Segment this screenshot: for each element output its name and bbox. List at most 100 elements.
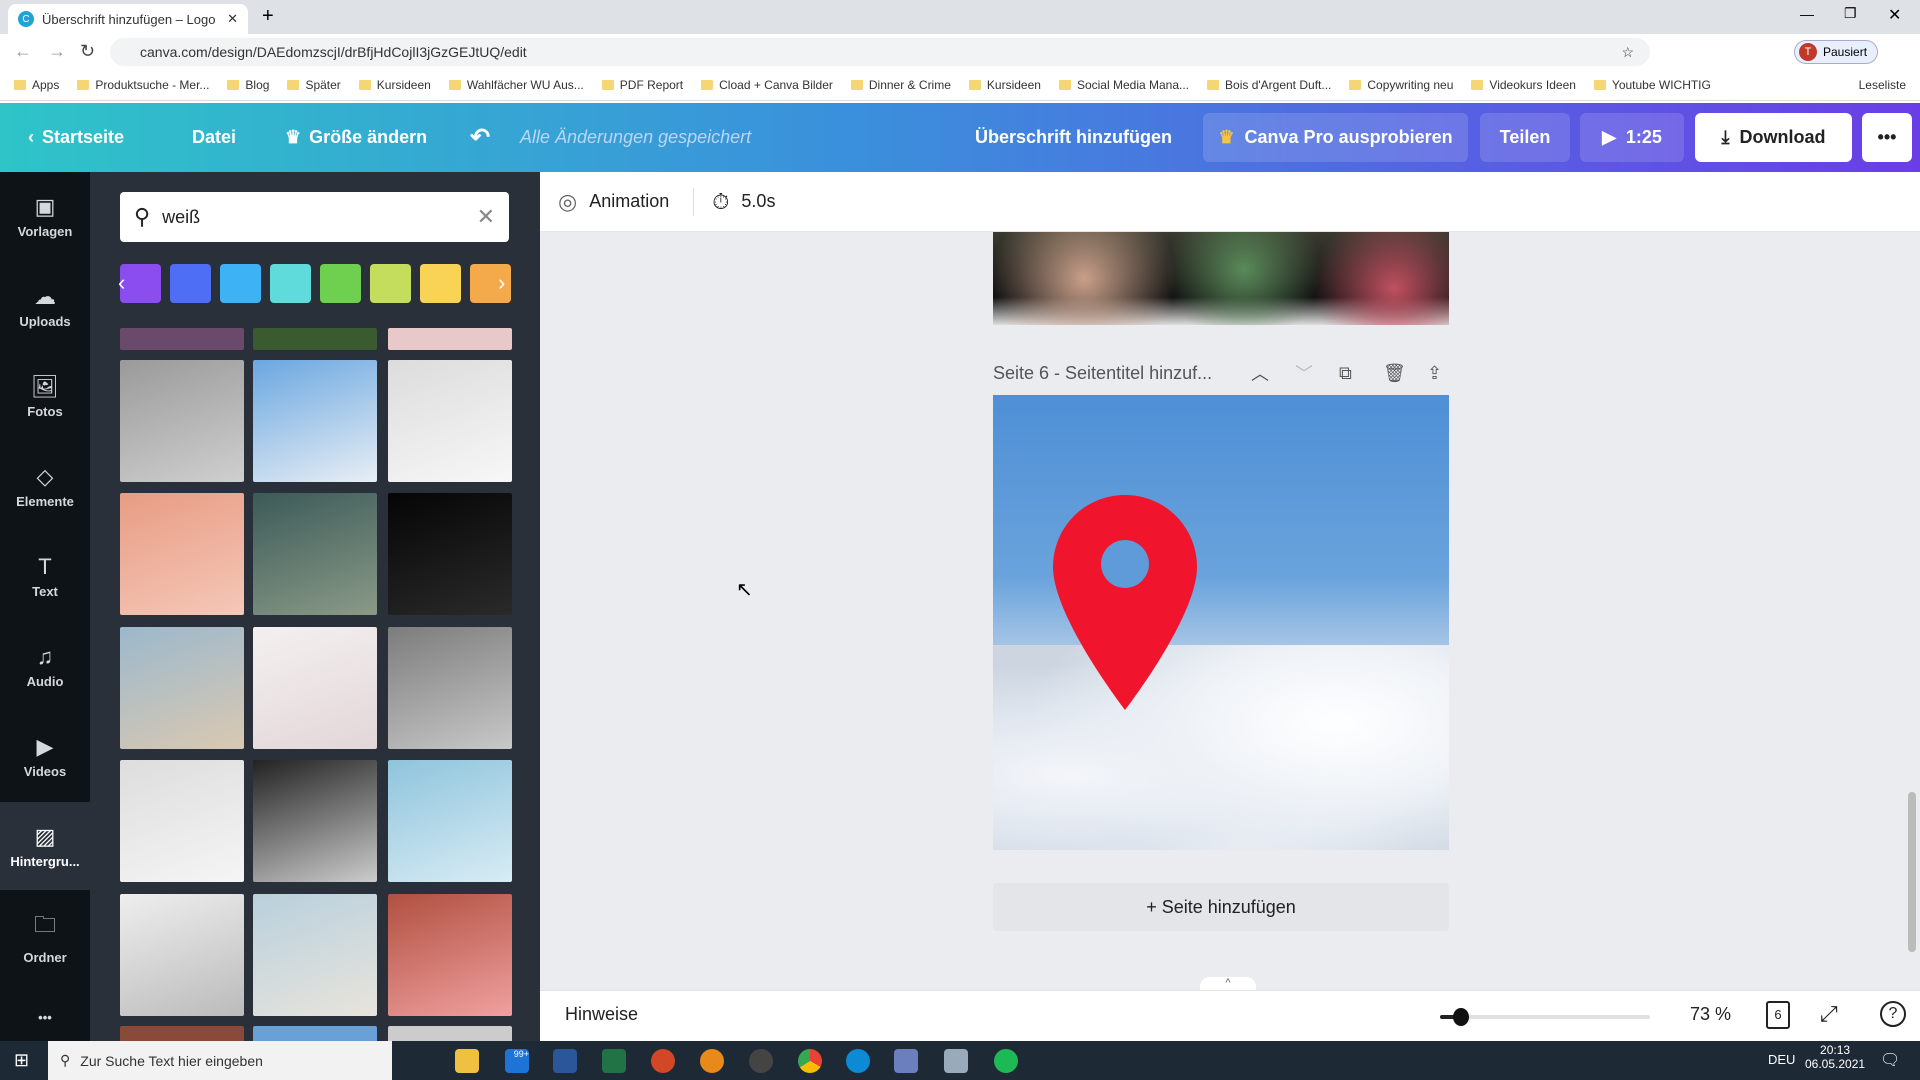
minimize-icon[interactable]: — [1800, 6, 1814, 22]
chevron-down-icon[interactable]: ﹀ [1295, 360, 1313, 386]
design-title[interactable]: Überschrift hinzufügen [975, 103, 1172, 172]
bookmark-item[interactable]: Kursideen [358, 78, 431, 92]
resize-button[interactable]: ♛ Größe ändern [285, 103, 427, 172]
file-menu[interactable]: Datei [192, 103, 236, 172]
bookmark-star-icon[interactable]: ☆ [1621, 44, 1634, 61]
color-filter-swatch[interactable] [270, 264, 311, 303]
zoom-slider[interactable] [1440, 1008, 1650, 1026]
expand-notes-handle[interactable]: ^ [1200, 977, 1256, 991]
chrome-icon[interactable] [798, 1049, 822, 1073]
background-thumbnail[interactable] [388, 1026, 512, 1041]
powerpoint-icon[interactable] [651, 1049, 675, 1073]
app-icon[interactable] [894, 1049, 918, 1073]
bookmark-item[interactable]: Youtube WICHTIG [1593, 78, 1711, 92]
bookmark-item[interactable]: Produktsuche - Mer... [77, 78, 209, 92]
bookmark-item[interactable]: Kursideen [968, 78, 1041, 92]
close-window-icon[interactable]: ✕ [1888, 5, 1901, 25]
app-icon[interactable] [700, 1049, 724, 1073]
page-title[interactable]: Seite 6 - Seitentitel hinzuf... [993, 363, 1212, 384]
word-icon[interactable] [553, 1049, 577, 1073]
excel-icon[interactable] [602, 1049, 626, 1073]
language-indicator[interactable]: DEU [1768, 1052, 1795, 1067]
edge-icon[interactable] [846, 1049, 870, 1073]
profile-button[interactable]: T Pausiert [1794, 40, 1879, 64]
sidebar-item-audio[interactable]: ♫ Audio [0, 622, 90, 710]
scroll-right-icon[interactable]: › [498, 270, 505, 296]
help-icon[interactable]: ? [1880, 1001, 1906, 1027]
bookmark-item[interactable]: Wahlfächer WU Aus... [448, 78, 584, 92]
sidebar-item-folder[interactable]: 🗀 Ordner [0, 892, 90, 980]
bookmark-item[interactable]: Cload + Canva Bilder [701, 78, 833, 92]
delete-page-icon[interactable]: 🗑 [1383, 363, 1406, 384]
more-options-button[interactable]: ••• [1862, 113, 1912, 162]
close-tab-icon[interactable]: ✕ [227, 11, 238, 27]
color-filter-swatch[interactable] [120, 264, 161, 303]
duplicate-page-icon[interactable]: ⧉ [1339, 363, 1352, 384]
spotify-icon[interactable] [994, 1049, 1018, 1073]
page-5-thumbnail[interactable] [993, 232, 1449, 325]
bookmark-item[interactable]: Später [287, 78, 341, 92]
vertical-scrollbar[interactable] [1908, 792, 1916, 952]
background-thumbnail[interactable] [120, 760, 244, 882]
color-filter-swatch[interactable] [320, 264, 361, 303]
fullscreen-icon[interactable]: ⤢ [1820, 1001, 1838, 1027]
clear-search-icon[interactable]: ✕ [477, 204, 495, 230]
background-thumbnail[interactable] [388, 360, 512, 482]
sidebar-item-text[interactable]: T Text [0, 532, 90, 620]
windows-start-icon[interactable]: ⊞ [14, 1050, 29, 1071]
mail-icon[interactable]: 99+ [505, 1049, 529, 1073]
color-filter-swatch[interactable] [370, 264, 411, 303]
page-grid-button[interactable]: 6 [1766, 1001, 1790, 1029]
forward-icon[interactable]: → [48, 41, 66, 62]
new-tab-icon[interactable]: + [262, 5, 274, 28]
background-thumbnail[interactable] [388, 894, 512, 1016]
reading-list[interactable]: Leseliste [1859, 78, 1906, 92]
zoom-level[interactable]: 73 % [1690, 1004, 1731, 1025]
zoom-slider-handle[interactable] [1453, 1008, 1469, 1026]
notifications-icon[interactable]: 🗨 [1880, 1050, 1900, 1070]
duration-button[interactable]: 5.0s [741, 191, 775, 212]
background-thumbnail[interactable] [253, 1026, 377, 1041]
sidebar-item-video[interactable]: ▶ Videos [0, 712, 90, 800]
home-button[interactable]: ‹ Startseite [28, 103, 124, 172]
share-page-icon[interactable]: ⇪ [1427, 363, 1442, 384]
taskbar-search[interactable]: ⚲ Zur Suche Text hier eingeben [48, 1041, 392, 1080]
sidebar-item-elements[interactable]: ◇ Elemente [0, 442, 90, 530]
background-thumbnail[interactable] [120, 493, 244, 615]
bookmark-item[interactable]: Dinner & Crime [850, 78, 951, 92]
obs-icon[interactable] [749, 1049, 773, 1073]
sidebar-item-photo[interactable]: 🖼 Fotos [0, 352, 90, 440]
background-thumbnail[interactable] [388, 328, 512, 350]
clock[interactable]: 20:13 06.05.2021 [1805, 1043, 1865, 1071]
browser-tab[interactable]: C Überschrift hinzufügen – Logo ✕ [8, 4, 248, 34]
sidebar-item-template[interactable]: ▣ Vorlagen [0, 172, 90, 260]
bookmark-item[interactable]: Bois d'Argent Duft... [1207, 78, 1331, 92]
app-icon[interactable] [944, 1049, 968, 1073]
background-thumbnail[interactable] [388, 493, 512, 615]
sidebar-item-upload[interactable]: ☁ Uploads [0, 262, 90, 350]
background-thumbnail[interactable] [253, 627, 377, 749]
page-6-design[interactable] [993, 395, 1449, 850]
present-button[interactable]: ▶ 1:25 [1580, 113, 1684, 162]
undo-icon[interactable]: ↶ [470, 103, 490, 172]
background-thumbnail[interactable] [253, 760, 377, 882]
url-bar[interactable]: canva.com/design/DAEdomzscjI/drBfjHdCojl… [110, 38, 1650, 66]
background-thumbnail[interactable] [120, 627, 244, 749]
background-thumbnail[interactable] [253, 493, 377, 615]
background-thumbnail[interactable] [253, 894, 377, 1016]
background-thumbnail[interactable] [253, 360, 377, 482]
background-thumbnail[interactable] [388, 627, 512, 749]
background-thumbnail[interactable] [120, 328, 244, 350]
apps-shortcut[interactable]: Apps [14, 78, 59, 92]
color-filter-swatch[interactable] [420, 264, 461, 303]
file-explorer-icon[interactable] [455, 1049, 479, 1073]
more-apps-button[interactable]: ••• [0, 992, 90, 1042]
background-thumbnail[interactable] [388, 760, 512, 882]
back-icon[interactable]: ← [14, 41, 32, 62]
download-button[interactable]: ⤓ Download [1695, 113, 1852, 162]
background-thumbnail[interactable] [120, 360, 244, 482]
search-input[interactable]: ⚲ weiß ✕ [120, 192, 509, 242]
scroll-left-icon[interactable]: ‹ [118, 270, 125, 296]
share-button[interactable]: Teilen [1480, 113, 1570, 162]
chevron-up-icon[interactable]: ︿ [1251, 360, 1269, 386]
